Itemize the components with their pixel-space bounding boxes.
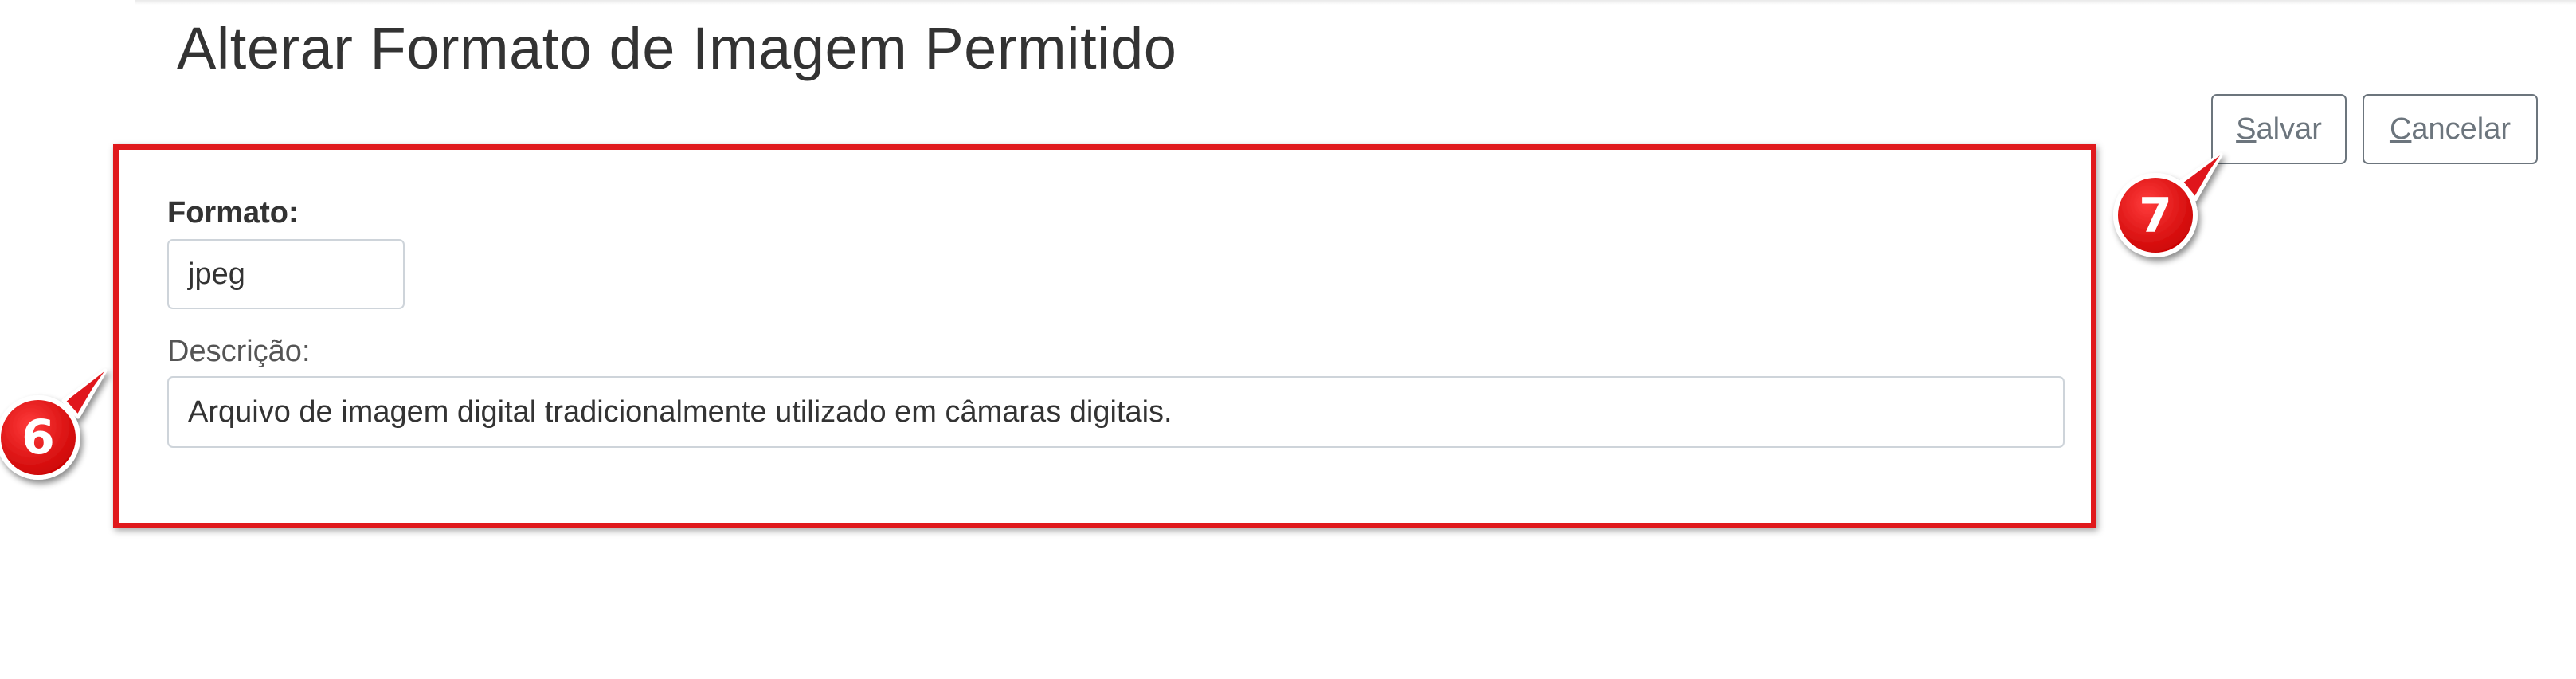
description-input[interactable]: Arquivo de imagem digital tradicionalmen… (167, 376, 2065, 448)
step-6-number: 6 (22, 410, 55, 465)
description-input-value: Arquivo de imagem digital tradicionalmen… (188, 394, 1173, 429)
cancel-button-accesskey: C (2389, 112, 2412, 146)
cancel-button[interactable]: Cancelar (2363, 94, 2538, 164)
step-6-callout: 6 (0, 363, 115, 490)
page-title: Alterar Formato de Imagem Permitido (177, 15, 1177, 81)
step-7-number: 7 (2139, 188, 2172, 244)
step-6-badge-icon: 6 (0, 368, 108, 480)
step-7-callout: 7 (2109, 151, 2229, 271)
save-button-label: alvar (2256, 112, 2322, 146)
cancel-button-label: ancelar (2411, 112, 2511, 146)
format-label: Formato: (167, 196, 299, 230)
description-label: Descrição: (167, 335, 311, 368)
save-button-accesskey: S (2236, 112, 2257, 146)
step-7-badge-icon: 7 (2113, 152, 2223, 257)
form-highlight-box (113, 144, 2096, 528)
header-shadow (135, 0, 2576, 5)
page: Alterar Formato de Imagem Permitido Salv… (0, 0, 2576, 679)
format-input[interactable]: jpeg (167, 239, 405, 309)
save-button[interactable]: Salvar (2211, 94, 2347, 164)
format-input-value: jpeg (188, 257, 245, 291)
